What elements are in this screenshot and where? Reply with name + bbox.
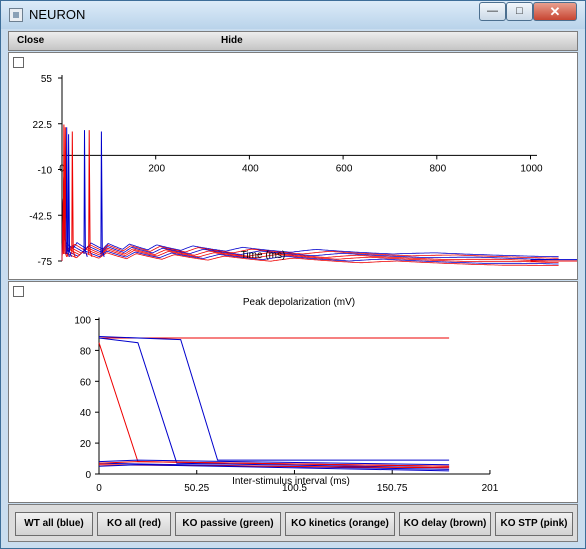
y-tick-label: -42.5 — [29, 211, 52, 222]
neuron-window: NEURON — □ ✕ Close Hide 55 22.5 -10 -42.5 -7… — [0, 0, 586, 549]
app-icon — [9, 8, 23, 22]
y-tick-label: 80 — [80, 346, 92, 357]
x-axis-label: Inter-stimulus interval (ms) — [232, 476, 350, 487]
peak-series-line — [98, 342, 450, 467]
close-menu[interactable]: Close — [17, 35, 44, 46]
y-tick-label: -10 — [38, 166, 53, 177]
x-tick-label: 50.25 — [184, 483, 209, 494]
spike-trace — [88, 130, 93, 257]
x-tick-label: 0 — [96, 483, 102, 494]
voltage-trace-plot: 5522.5-10-42.5-750 200 400 600 800 1000Time (… — [29, 74, 577, 268]
close-window-button[interactable]: ✕ — [533, 2, 577, 21]
ko-kinetics-button[interactable]: KO kinetics (orange) — [285, 512, 395, 536]
voltage-trace-panel: 55 22.5 -10 -42.5 -75 0 200 400 600 800 1000 Time (… — [8, 52, 578, 280]
x-tick-label: 800 — [429, 163, 446, 174]
y-tick-label: 0 — [85, 470, 91, 481]
menu-bar: Close Hide — [8, 31, 578, 51]
maximize-button[interactable]: □ — [506, 2, 533, 21]
x-tick-label: 400 — [242, 163, 259, 174]
y-tick-label: 60 — [80, 377, 92, 388]
x-tick-label: 600 — [336, 163, 353, 174]
title-bar[interactable]: NEURON — □ ✕ — [1, 1, 585, 29]
button-bar: WT all (blue) KO all (red) KO passive (g… — [8, 504, 578, 542]
spike-trace — [83, 130, 88, 257]
y-tick-label: -75 — [38, 257, 53, 268]
y-tick-label: 55 — [41, 74, 53, 85]
peak-depolarization-plot: Peak depolarization (mV) 100 80 60 40 20 00 50.… — [74, 297, 499, 494]
ko-all-button[interactable]: KO all (red) — [97, 512, 171, 536]
wt-all-button[interactable]: WT all (blue) — [15, 512, 93, 536]
y-tick-label: 40 — [80, 408, 92, 419]
peak-depolarization-panel: Peak depolarization (mV) 100 80 60 40 20 0 0 50.… — [8, 281, 578, 503]
spike-trace — [100, 131, 105, 257]
ko-stp-button[interactable]: KO STP (pink) — [495, 512, 573, 536]
ko-passive-button[interactable]: KO passive (green) — [175, 512, 281, 536]
voltage-trace — [61, 176, 559, 262]
spike-trace — [67, 134, 72, 257]
window-title: NEURON — [29, 7, 86, 22]
bottom-plot-title: Peak depolarization (mV) — [243, 297, 355, 308]
x-tick-label: 200 — [148, 163, 165, 174]
y-tick-label: 22.5 — [33, 120, 53, 131]
minimize-button[interactable]: — — [479, 2, 506, 21]
x-tick-label: 1000 — [520, 163, 543, 174]
peak-series-line — [98, 337, 450, 469]
x-tick-label: 150.75 — [377, 483, 408, 494]
y-tick-label: 100 — [74, 316, 91, 327]
hide-menu[interactable]: Hide — [221, 35, 243, 46]
peak-series-line — [98, 336, 450, 461]
spike-trace — [71, 131, 76, 257]
x-axis-label: Time (ms) — [241, 250, 286, 261]
ko-delay-button[interactable]: KO delay (brown) — [399, 512, 491, 536]
y-tick-label: 20 — [80, 439, 92, 450]
x-tick-label: 201 — [482, 483, 499, 494]
